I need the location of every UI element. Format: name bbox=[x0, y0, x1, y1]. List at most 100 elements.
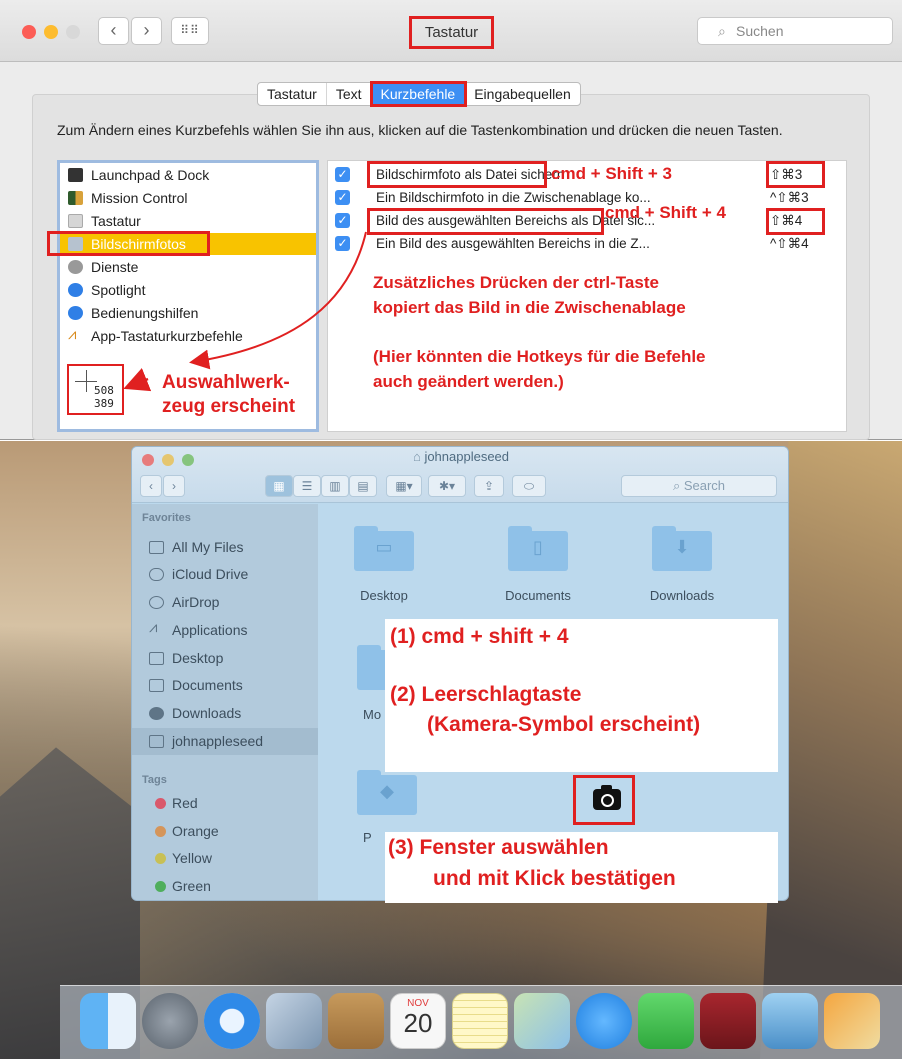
list-icon: ☰ bbox=[301, 479, 313, 493]
icon-view-button[interactable]: ▦ bbox=[265, 475, 293, 497]
folder-documents[interactable]: ▯ bbox=[508, 523, 568, 571]
list-view-button[interactable]: ☰ bbox=[293, 475, 321, 497]
sidebar-item-all-my-files[interactable]: All My Files bbox=[146, 534, 316, 561]
tab-text[interactable]: Text bbox=[327, 83, 372, 105]
arrange-icon: ▦▾ bbox=[395, 479, 413, 493]
home-icon: ⌂ bbox=[412, 449, 425, 464]
maps-icon[interactable] bbox=[514, 993, 570, 1049]
step-3-text: (3) Fenster auswählen bbox=[388, 836, 609, 859]
safari-icon[interactable] bbox=[204, 993, 260, 1049]
folder-public-icon: ◆ bbox=[380, 781, 394, 801]
sidebar-item-label: Applications bbox=[172, 622, 248, 638]
arrange-button[interactable]: ▦▾ bbox=[386, 475, 422, 497]
step-3-subtext: und mit Klick bestätigen bbox=[433, 867, 676, 890]
notes-icon[interactable] bbox=[452, 993, 508, 1049]
share-button[interactable]: ⇪ bbox=[474, 475, 504, 497]
photo-booth-icon[interactable] bbox=[700, 993, 756, 1049]
folder-label: Downloads bbox=[649, 588, 715, 603]
annotation-arrows bbox=[123, 231, 367, 392]
sidebar-item-downloads[interactable]: Downloads bbox=[146, 700, 316, 727]
window-title: johnappleseed bbox=[424, 449, 510, 464]
sidebar-item-label: iCloud Drive bbox=[172, 566, 249, 582]
folder-label: Documents bbox=[505, 588, 571, 603]
cloud-icon bbox=[149, 568, 164, 581]
search-field[interactable]: ⌕ Search bbox=[621, 475, 777, 497]
airdrop-icon bbox=[149, 596, 164, 609]
downloads-icon bbox=[149, 707, 164, 720]
yellow-tag-icon bbox=[155, 853, 166, 864]
iphoto-icon[interactable] bbox=[762, 993, 818, 1049]
folder-downloads-icon: ⬇ bbox=[674, 537, 690, 557]
grid-icon: ▦ bbox=[273, 479, 285, 493]
dock: NOV 20 bbox=[60, 985, 902, 1059]
gear-icon: ✱▾ bbox=[438, 479, 456, 493]
messages-icon[interactable] bbox=[576, 993, 632, 1049]
sidebar-item-documents[interactable]: Documents bbox=[146, 672, 316, 699]
desktop-icon bbox=[149, 652, 164, 665]
forward-button[interactable]: › bbox=[163, 475, 185, 497]
search-icon: ⌕ bbox=[672, 478, 684, 493]
tab-kurzbefehle[interactable]: Kurzbefehle bbox=[369, 81, 468, 107]
action-button[interactable]: ✱▾ bbox=[428, 475, 466, 497]
pages-icon[interactable] bbox=[824, 993, 880, 1049]
sidebar-item-label: Yellow bbox=[172, 850, 212, 866]
tab-tastatur[interactable]: Tastatur bbox=[258, 83, 327, 105]
sidebar-tag-green[interactable]: Green bbox=[146, 873, 316, 900]
calendar-icon[interactable]: NOV 20 bbox=[390, 993, 446, 1049]
folder-public[interactable]: ◆ bbox=[357, 767, 417, 815]
red-tag-icon bbox=[155, 798, 166, 809]
column-view-button[interactable]: ▥ bbox=[321, 475, 349, 497]
share-icon: ⇪ bbox=[483, 479, 495, 493]
arrow-to-tool-label bbox=[189, 231, 367, 370]
sidebar-item-label: Orange bbox=[172, 823, 219, 839]
folder-desktop-icon: ▭ bbox=[375, 537, 393, 557]
sidebar-item-label: AirDrop bbox=[172, 594, 220, 610]
search-placeholder: Search bbox=[683, 478, 726, 493]
sidebar-item-label: All My Files bbox=[172, 539, 244, 555]
folder-documents-icon: ▯ bbox=[533, 537, 543, 557]
coverflow-icon: ▤ bbox=[357, 479, 369, 493]
camera-cursor-highlight bbox=[573, 775, 635, 825]
arrow-to-cursor bbox=[123, 367, 152, 392]
sidebar-item-icloud-drive[interactable]: iCloud Drive bbox=[146, 561, 316, 588]
finder-icon[interactable] bbox=[80, 993, 136, 1049]
sidebar-tag-yellow[interactable]: Yellow bbox=[146, 845, 316, 872]
sidebar-item-label: Documents bbox=[172, 677, 243, 693]
tab-eingabequellen[interactable]: Eingabequellen bbox=[465, 83, 580, 105]
keyboard-preferences-window: ‹ › ⠿⠿ Tastatur ⌕ Suchen Tastatur Text K… bbox=[0, 0, 902, 440]
green-tag-icon bbox=[155, 881, 166, 892]
columns-icon: ▥ bbox=[329, 479, 341, 493]
orange-tag-icon bbox=[155, 826, 166, 837]
home-icon bbox=[149, 735, 164, 748]
tag-icon: ⬭ bbox=[523, 479, 535, 493]
calendar-day: 20 bbox=[403, 1008, 433, 1038]
camera-icon bbox=[593, 785, 621, 810]
sidebar-item-johnappleseed[interactable]: johnappleseed bbox=[132, 728, 318, 755]
sidebar-item-label: Downloads bbox=[172, 705, 242, 721]
folder-desktop[interactable]: ▭ bbox=[354, 523, 414, 571]
all-files-icon bbox=[149, 541, 164, 554]
sidebar-item-desktop[interactable]: Desktop bbox=[146, 645, 316, 672]
tag-button[interactable]: ⬭ bbox=[512, 475, 546, 497]
finder-sidebar: Favorites All My Files iCloud Drive AirD… bbox=[132, 504, 318, 900]
sidebar-header-favorites: Favorites bbox=[142, 512, 191, 524]
mail-icon[interactable] bbox=[266, 993, 322, 1049]
chevron-right-icon: › bbox=[172, 479, 176, 493]
sidebar-tag-red[interactable]: Red bbox=[146, 790, 316, 817]
folder-downloads[interactable]: ⬇ bbox=[652, 523, 712, 571]
applications-icon: ⩘ bbox=[149, 619, 158, 636]
facetime-icon[interactable] bbox=[638, 993, 694, 1049]
back-button[interactable]: ‹ bbox=[140, 475, 162, 497]
launchpad-icon[interactable] bbox=[142, 993, 198, 1049]
sidebar-header-tags: Tags bbox=[142, 774, 167, 786]
folder-label: Mo bbox=[363, 707, 382, 722]
sidebar-item-applications[interactable]: ⩘ Applications bbox=[146, 617, 316, 644]
sidebar-item-label: Green bbox=[172, 878, 211, 894]
contacts-icon[interactable] bbox=[328, 993, 384, 1049]
sidebar-tag-orange[interactable]: Orange bbox=[146, 818, 316, 845]
coverflow-view-button[interactable]: ▤ bbox=[349, 475, 377, 497]
step-2-subtext: (Kamera-Symbol erscheint) bbox=[427, 713, 701, 736]
highlight-box bbox=[47, 231, 210, 256]
sidebar-item-airdrop[interactable]: AirDrop bbox=[146, 589, 316, 616]
chevron-left-icon: ‹ bbox=[149, 479, 153, 493]
